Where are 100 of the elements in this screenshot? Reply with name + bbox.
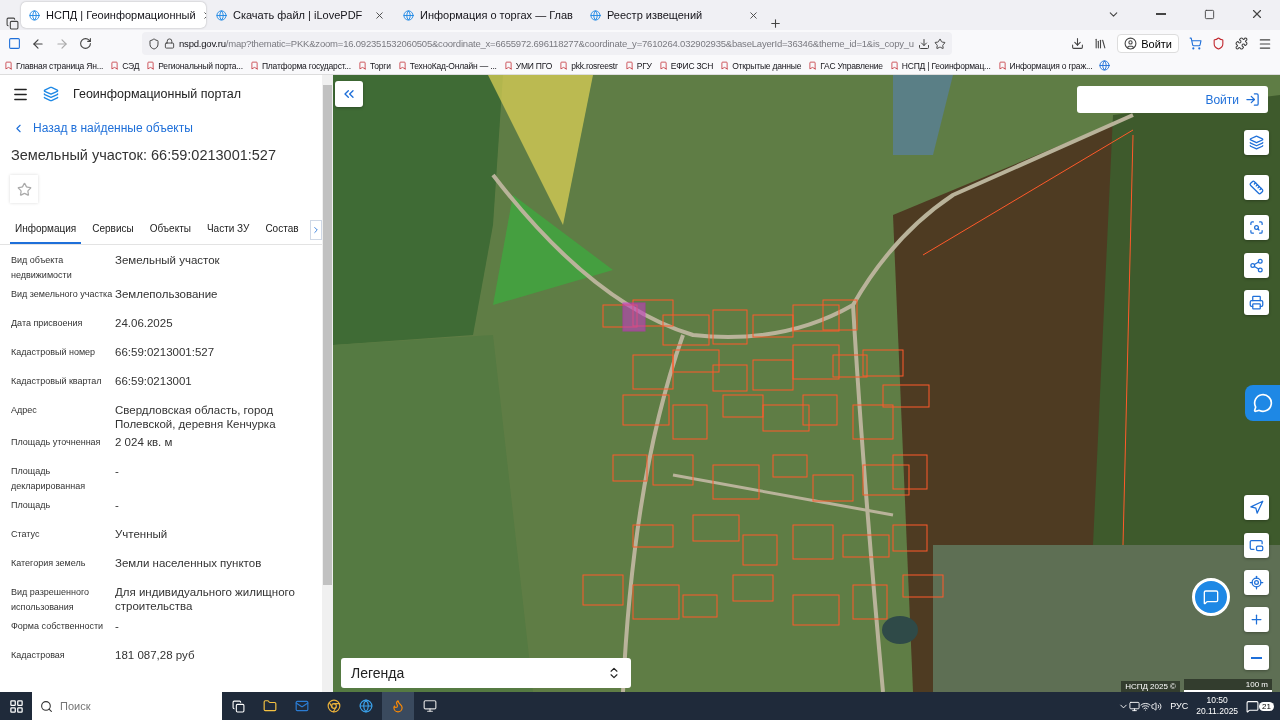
- address-bar[interactable]: nspd.gov.ru/map?thematic=PKK&zoom=16.092351532060505&coordinate_x=6655972.696118277&coordinate_y=7610264.032902935&baseLayerId=36346&theme_id=1&is_copy_u: [142, 32, 952, 55]
- bookmark-link[interactable]: РГУ: [624, 60, 652, 71]
- picture-in-picture-button[interactable]: [1244, 533, 1269, 558]
- browser-tab[interactable]: Информация о торгах — Глав: [395, 2, 580, 28]
- zoom-in-icon: [1249, 612, 1264, 627]
- collapse-panel-button[interactable]: [335, 81, 363, 107]
- bookmark-link[interactable]: Региональный порта...: [146, 60, 243, 71]
- wifi-icon: [1140, 700, 1152, 712]
- legend-select[interactable]: Легенда: [341, 658, 631, 688]
- new-tab-icon: [769, 17, 782, 30]
- bookmark-icon: [559, 61, 569, 70]
- bookmark-icon: [808, 61, 818, 70]
- field-label: Площадь: [11, 499, 52, 512]
- bookmark-link[interactable]: Открытые данные: [720, 60, 802, 71]
- speech-bubble-icon: [1252, 393, 1273, 413]
- ruler-button[interactable]: [1244, 175, 1269, 200]
- bookmark-icon: [110, 61, 120, 70]
- navigation-arrow-button[interactable]: [1244, 495, 1269, 520]
- bookmark-link[interactable]: НСПД | Геоинформац...: [889, 60, 991, 71]
- site-icon: [403, 9, 414, 21]
- zoom-out-button[interactable]: [1244, 645, 1269, 670]
- bookmark-link[interactable]: ЕФИС ЗСН: [658, 60, 714, 71]
- print-icon: [1249, 295, 1264, 310]
- bookmark-icon: [624, 61, 634, 70]
- zoom-in-button[interactable]: [1244, 607, 1269, 632]
- info-tab[interactable]: Сервисы: [87, 215, 139, 244]
- navigation-arrow-icon: [1249, 500, 1264, 515]
- map-scale: 100 m: [1184, 679, 1272, 692]
- bookmark-link[interactable]: СЭД: [110, 60, 140, 71]
- folder-icon: [263, 699, 277, 713]
- field-value: Свердловская область, город Полевской, деревня Кенчурка: [115, 403, 277, 431]
- info-tab[interactable]: Состав: [260, 215, 304, 244]
- field-label: Вид объекта недвижимости: [11, 254, 73, 282]
- bookmark-link[interactable]: pkk.rosreestr: [559, 60, 618, 71]
- field-label: Дата присвоения: [11, 317, 84, 330]
- flame-icon: [391, 699, 405, 713]
- location-button[interactable]: [1244, 570, 1269, 595]
- account-button[interactable]: Войти: [1117, 34, 1179, 53]
- bookmark-icon: [397, 61, 407, 70]
- login-arrow-icon: [1245, 92, 1260, 107]
- taskbar-search-field[interactable]: Поиск: [32, 692, 222, 720]
- area-select-button[interactable]: [1244, 215, 1269, 240]
- site-icon: [29, 9, 40, 21]
- field-value: Землепользование: [115, 287, 219, 302]
- accessibility-button[interactable]: [1245, 385, 1280, 421]
- field-value: Земли населенных пунктов: [115, 556, 263, 571]
- field-value: Учтенный: [115, 527, 169, 542]
- bookmark-link[interactable]: Торги: [357, 60, 391, 71]
- site-icon: [590, 9, 601, 21]
- url-host: nspd.gov.ru: [179, 38, 226, 49]
- parcel-title: Земельный участок: 66:59:0213001:527: [10, 146, 277, 165]
- field-label: Вид разрешенного использования: [11, 586, 91, 614]
- ruler-icon: [1249, 180, 1264, 195]
- clock-time: 10:50: [1206, 695, 1228, 706]
- task-view-icon: [231, 699, 245, 713]
- notifications-icon: [1246, 699, 1260, 713]
- bookmark-link[interactable]: ТехноКад-Онлайн — ...: [397, 60, 497, 71]
- portal-title: Геоинформационный портал: [73, 87, 242, 101]
- browser-tab[interactable]: Скачать файл | iLovePDF: [208, 2, 393, 28]
- globe-icon: [359, 699, 373, 713]
- layers-button[interactable]: [1244, 130, 1269, 155]
- restore-icon: [1203, 8, 1215, 20]
- bookmark-link[interactable]: Главная страница Ян...: [4, 60, 104, 71]
- network-icon: [1129, 700, 1141, 712]
- field-value: -: [115, 498, 120, 513]
- browser-tab[interactable]: НСПД | Геоинформационный: [21, 2, 206, 28]
- location-icon: [1249, 575, 1264, 590]
- bookmark-icon: [720, 61, 730, 70]
- extensions-icon: [1235, 37, 1248, 50]
- bookmark-link[interactable]: Информация о граж...: [997, 60, 1093, 71]
- minimize-icon: [1156, 13, 1166, 15]
- print-button[interactable]: [1244, 290, 1269, 315]
- browser-tab[interactable]: Реестр извещений: [582, 2, 767, 28]
- info-tab[interactable]: Объекты: [144, 215, 196, 244]
- map-copyright: НСПД 2025 ©: [1121, 681, 1180, 692]
- field-label: Адрес: [11, 404, 38, 417]
- login-button[interactable]: Войти: [1077, 86, 1268, 113]
- bookmark-link[interactable]: УМИ ПГО: [503, 60, 553, 71]
- back-link[interactable]: Назад в найденные объекты: [0, 113, 322, 143]
- field-value: 2 024 кв. м: [115, 435, 174, 450]
- layers-icon: [1249, 135, 1264, 150]
- site-icon: [216, 9, 227, 21]
- scrollbar-thumb[interactable]: [323, 85, 332, 585]
- bookmark-globe-icon: [1099, 60, 1111, 71]
- info-tab[interactable]: Части ЗУ: [201, 215, 255, 244]
- info-tab[interactable]: Информация: [10, 215, 82, 244]
- bookmark-link[interactable]: Платформа государст...: [249, 60, 351, 71]
- bookmark-star-icon: [933, 37, 946, 50]
- firefox-button[interactable]: [382, 692, 414, 720]
- field-label: Категория земель: [11, 557, 87, 570]
- bookmark-link[interactable]: ГАС Управление: [808, 60, 883, 71]
- field-value: 24.06.2025: [115, 316, 174, 331]
- field-value: -: [115, 619, 120, 634]
- field-label: Кадастровая: [11, 649, 66, 662]
- language-indicator[interactable]: РУС: [1170, 701, 1189, 711]
- share-button[interactable]: [1244, 253, 1269, 278]
- picture-in-picture-icon: [1249, 538, 1264, 553]
- field-label: Кадастровый квартал: [11, 375, 103, 388]
- field-value: -: [115, 464, 120, 479]
- field-label: Кадастровый номер: [11, 346, 97, 359]
